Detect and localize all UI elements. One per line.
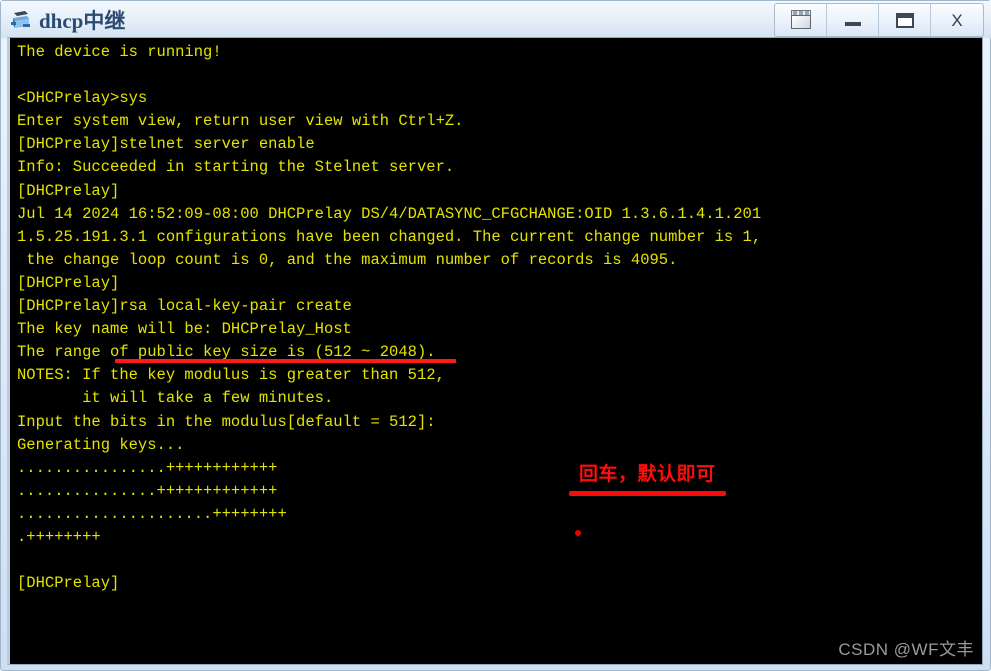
close-icon: X bbox=[951, 10, 963, 30]
console-output: The device is running! <DHCPrelay>sys Ent… bbox=[17, 41, 761, 595]
console-line: the change loop count is 0, and the maxi… bbox=[17, 250, 678, 269]
annotation-underline bbox=[569, 491, 726, 496]
network-switch-icon bbox=[9, 7, 35, 33]
terminal-frame: The device is running! <DHCPrelay>sys Ent… bbox=[7, 37, 983, 665]
terminal-screen[interactable]: The device is running! <DHCPrelay>sys Ent… bbox=[10, 38, 982, 664]
annotation-note: 回车，默认即可 bbox=[579, 464, 716, 485]
maximize-button[interactable] bbox=[879, 4, 931, 36]
application-window: dhcp中继 X The device is running! <DHCPrel bbox=[0, 0, 991, 671]
command-underline bbox=[115, 359, 456, 363]
console-line: .++++++++ bbox=[17, 527, 101, 546]
window-controls: X bbox=[774, 3, 984, 37]
console-line: The device is running! bbox=[17, 43, 222, 61]
console-line: Input the bits in the modulus[default = … bbox=[17, 412, 436, 431]
maximize-icon bbox=[895, 12, 914, 28]
console-line: <DHCPrelay>sys bbox=[17, 89, 148, 108]
console-line: NOTES: If the key modulus is greater tha… bbox=[17, 366, 445, 385]
window-title: dhcp中继 bbox=[39, 8, 126, 33]
red-dot-mark bbox=[575, 530, 581, 536]
console-line: [DHCPrelay] bbox=[17, 273, 120, 292]
console-line: [DHCPrelay]stelnet server enable bbox=[17, 135, 315, 154]
console-line: [DHCPrelay]rsa local-key-pair create bbox=[17, 297, 352, 316]
close-button[interactable]: X bbox=[931, 4, 983, 36]
console-line: Enter system view, return user view with… bbox=[17, 112, 464, 131]
console-line: Info: Succeeded in starting the Stelnet … bbox=[17, 158, 455, 177]
watermark: CSDN @WF文丰 bbox=[838, 640, 974, 659]
title-bar: dhcp中继 X bbox=[1, 1, 991, 38]
console-line: Generating keys... bbox=[17, 435, 185, 454]
screen-icon bbox=[789, 10, 813, 30]
console-line: .....................++++++++ bbox=[17, 504, 287, 523]
console-line: 1.5.25.191.3.1 configurations have been … bbox=[17, 227, 762, 246]
console-line: [DHCPrelay] bbox=[17, 574, 120, 593]
minimize-icon bbox=[844, 22, 861, 26]
console-line: Jul 14 2024 16:52:09-08:00 DHCPrelay DS/… bbox=[17, 204, 762, 223]
minimize-button[interactable] bbox=[827, 4, 879, 36]
console-line: [DHCPrelay] bbox=[17, 181, 120, 200]
screen-restore-button[interactable] bbox=[775, 4, 827, 36]
console-line: The key name will be: DHCPrelay_Host bbox=[17, 320, 352, 339]
console-line: it will take a few minutes. bbox=[17, 389, 334, 408]
